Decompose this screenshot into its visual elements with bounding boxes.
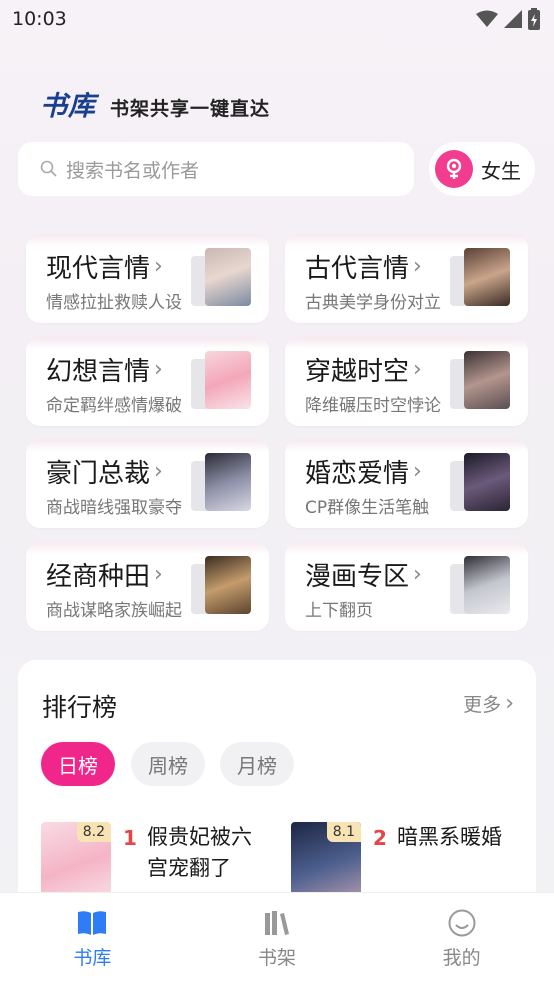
- chevron-right-icon: ›: [154, 254, 163, 279]
- category-card-business-farming[interactable]: 经商种田 › 商战谋略家族崛起: [26, 542, 269, 631]
- category-card-time-travel[interactable]: 穿越时空 › 降维碾压时空悖论: [285, 337, 528, 426]
- status-time: 10:03: [12, 8, 67, 30]
- search-input[interactable]: 搜索书名或作者: [18, 142, 414, 196]
- category-card-marriage-love[interactable]: 婚恋爱情 › CP群像生活笔触: [285, 439, 528, 528]
- tab-monthly[interactable]: 月榜: [220, 742, 294, 786]
- tab-weekly[interactable]: 周榜: [131, 742, 205, 786]
- book-open-icon: [78, 911, 107, 935]
- tabbar-item-library[interactable]: 书库: [32, 893, 152, 970]
- more-label: 更多: [463, 694, 502, 716]
- category-card-ancient-romance[interactable]: 古代言情 › 古典美学身份对立: [285, 234, 528, 323]
- category-cover-image: [464, 556, 510, 614]
- category-title: 现代言情: [46, 254, 151, 284]
- tabbar-item-profile[interactable]: 我的: [402, 893, 522, 970]
- ranking-section: 排行榜 更多 › 日榜 周榜 月榜 8.2 1 假贵妃被六宫宠翻了 8.1 2 …: [18, 660, 536, 920]
- chevron-right-icon: ›: [413, 357, 422, 382]
- book-rank-number: 1: [123, 826, 137, 850]
- chevron-right-icon: ›: [154, 357, 163, 382]
- tabbar-label: 书库: [73, 947, 112, 969]
- status-icons: [476, 8, 540, 30]
- ranking-title: 排行榜: [42, 693, 118, 722]
- signal-icon: [504, 10, 522, 28]
- chevron-right-icon: ›: [413, 254, 422, 279]
- category-cover-image: [205, 248, 251, 306]
- category-card-ceo[interactable]: 豪门总裁 › 商战暗线强取豪夺: [26, 439, 269, 528]
- status-bar: 10:03: [0, 0, 554, 38]
- category-desc: 降维碾压时空悖论: [305, 396, 441, 416]
- bookshelf-icon: [264, 911, 289, 935]
- category-desc: 商战暗线强取豪夺: [46, 498, 182, 518]
- ranking-more-link[interactable]: 更多 ›: [463, 690, 514, 717]
- search-placeholder: 搜索书名或作者: [66, 159, 200, 182]
- category-cover-image: [205, 556, 251, 614]
- wifi-icon: [476, 10, 498, 27]
- category-desc: CP群像生活笔触: [305, 498, 430, 518]
- book-rank-number: 2: [373, 826, 387, 850]
- search-icon: [40, 160, 57, 177]
- chevron-right-icon: ›: [413, 562, 422, 587]
- category-title: 古代言情: [305, 254, 410, 284]
- category-title: 漫画专区: [305, 562, 410, 592]
- category-desc: 古典美学身份对立: [305, 293, 441, 313]
- page-subtitle: 书架共享一键直达: [110, 98, 271, 120]
- category-card-comics[interactable]: 漫画专区 › 上下翻页: [285, 542, 528, 631]
- category-desc: 上下翻页: [305, 601, 373, 621]
- category-desc: 商战谋略家族崛起: [46, 601, 182, 621]
- battery-icon: [528, 8, 540, 30]
- chevron-right-icon: ›: [154, 459, 163, 484]
- gender-switch-button[interactable]: 女生: [429, 142, 535, 196]
- chevron-right-icon: ›: [413, 459, 422, 484]
- category-title: 婚恋爱情: [305, 459, 410, 489]
- category-card-fantasy-romance[interactable]: 幻想言情 › 命定羁绊感情爆破: [26, 337, 269, 426]
- category-cover-image: [205, 453, 251, 511]
- chevron-right-icon: ›: [505, 691, 514, 716]
- tabbar-label: 书架: [257, 947, 296, 969]
- page-title: 书库: [40, 91, 96, 122]
- female-icon: [435, 150, 473, 188]
- category-title: 幻想言情: [46, 357, 151, 387]
- book-title: 暗黑系暖婚: [397, 825, 502, 849]
- tabbar-label: 我的: [442, 947, 481, 969]
- category-card-modern-romance[interactable]: 现代言情 › 情感拉扯救赎人设: [26, 234, 269, 323]
- book-title: 假贵妃被六宫宠翻了: [147, 825, 252, 880]
- bottom-tab-bar: 书库 书架 我的: [0, 892, 554, 984]
- book-score-badge: 8.1: [326, 822, 361, 842]
- tabbar-item-bookshelf[interactable]: 书架: [217, 893, 337, 970]
- category-title: 豪门总裁: [46, 459, 151, 489]
- category-cover-image: [464, 248, 510, 306]
- smile-icon: [448, 909, 476, 937]
- category-title: 经商种田: [46, 562, 151, 592]
- tab-daily[interactable]: 日榜: [41, 742, 115, 786]
- gender-label: 女生: [481, 158, 521, 183]
- category-desc: 情感拉扯救赎人设: [46, 293, 182, 313]
- category-cover-image: [464, 453, 510, 511]
- category-title: 穿越时空: [305, 357, 410, 387]
- category-desc: 命定羁绊感情爆破: [46, 396, 182, 416]
- category-cover-image: [205, 351, 251, 409]
- chevron-right-icon: ›: [154, 562, 163, 587]
- page-header: 书库 书架共享一键直达: [40, 84, 270, 123]
- book-score-badge: 8.2: [76, 822, 111, 842]
- category-cover-image: [464, 351, 510, 409]
